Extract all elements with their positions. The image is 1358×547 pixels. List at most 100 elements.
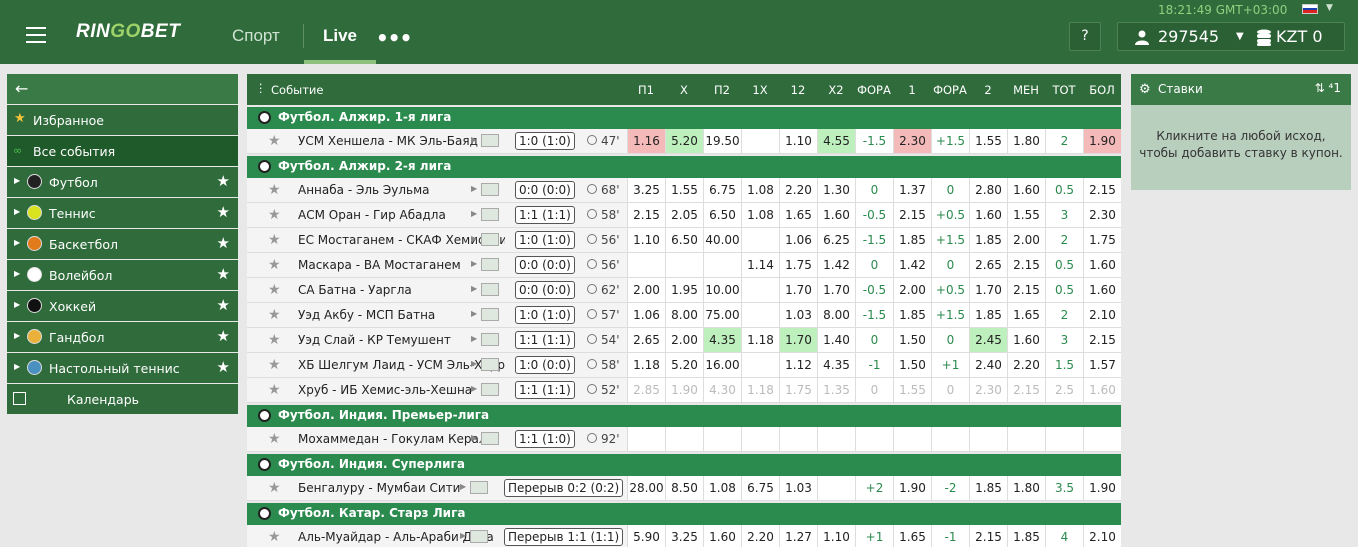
- chevron-down-icon[interactable]: ▼: [1326, 3, 1333, 13]
- odds-cell[interactable]: 1.50: [893, 353, 931, 377]
- league-header[interactable]: Футбол. Алжир. 1-я лига: [247, 107, 1121, 129]
- odds-cell[interactable]: 1.70: [779, 278, 817, 302]
- odds-cell[interactable]: 4.35: [817, 353, 855, 377]
- odds-cell[interactable]: 2.15: [969, 525, 1007, 547]
- odds-cell[interactable]: 1.60: [1083, 253, 1121, 277]
- star-icon[interactable]: ★: [268, 332, 281, 348]
- odds-cell[interactable]: 1.95: [665, 278, 703, 302]
- odds-cell[interactable]: 1.70: [779, 328, 817, 352]
- odds-cell[interactable]: 1.85: [893, 228, 931, 252]
- menu-icon[interactable]: [26, 27, 46, 43]
- odds-cell[interactable]: 1.55: [969, 129, 1007, 153]
- odds-cell[interactable]: 10.00: [703, 278, 741, 302]
- odds-cell[interactable]: [741, 303, 779, 327]
- odds-cell[interactable]: 1.60: [969, 203, 1007, 227]
- chevron-right-icon[interactable]: ▶: [471, 359, 477, 368]
- odds-cell[interactable]: -1.5: [855, 228, 893, 252]
- odds-cell[interactable]: +2: [855, 476, 893, 500]
- odds-cell[interactable]: [665, 427, 703, 451]
- chevron-right-icon[interactable]: ▶: [471, 309, 477, 318]
- odds-cell[interactable]: 6.75: [703, 178, 741, 202]
- drag-handle-icon[interactable]: ⋮: [255, 81, 267, 95]
- star-icon[interactable]: ★: [268, 207, 281, 223]
- odds-cell[interactable]: 1.65: [1007, 303, 1045, 327]
- odds-cell[interactable]: 1.60: [1007, 328, 1045, 352]
- odds-cell[interactable]: 1.55: [893, 378, 931, 402]
- odds-cell[interactable]: 2.05: [665, 203, 703, 227]
- odds-cell[interactable]: 2.20: [779, 178, 817, 202]
- field-icon[interactable]: [470, 481, 488, 494]
- field-icon[interactable]: [481, 183, 499, 196]
- odds-cell[interactable]: 2.00: [1007, 228, 1045, 252]
- odds-cell[interactable]: 1.85: [893, 303, 931, 327]
- chevron-right-icon[interactable]: ▶: [14, 362, 20, 371]
- chevron-right-icon[interactable]: ▶: [471, 135, 477, 144]
- account-button[interactable]: 297545 ▼ KZT 0: [1117, 22, 1345, 51]
- odds-cell[interactable]: -2: [931, 476, 969, 500]
- odds-cell[interactable]: 5.20: [665, 129, 703, 153]
- odds-cell[interactable]: 1.85: [969, 476, 1007, 500]
- sidebar-item-sport[interactable]: ▶ Теннис ★: [7, 198, 238, 229]
- odds-cell[interactable]: +0.5: [931, 203, 969, 227]
- field-icon[interactable]: [481, 333, 499, 346]
- odds-cell[interactable]: 1.60: [1083, 278, 1121, 302]
- odds-cell[interactable]: 1.55: [665, 178, 703, 202]
- odds-cell[interactable]: 1.65: [779, 203, 817, 227]
- star-icon[interactable]: ★: [217, 265, 230, 283]
- odds-cell[interactable]: [703, 253, 741, 277]
- chevron-right-icon[interactable]: ▶: [471, 433, 477, 442]
- odds-cell[interactable]: 1.85: [969, 228, 1007, 252]
- odds-cell[interactable]: [1045, 427, 1083, 451]
- odds-cell[interactable]: 1.75: [779, 253, 817, 277]
- odds-cell[interactable]: 1.85: [1007, 525, 1045, 547]
- field-icon[interactable]: [481, 308, 499, 321]
- odds-cell[interactable]: 2.30: [893, 129, 931, 153]
- odds-cell[interactable]: 6.75: [741, 476, 779, 500]
- odds-cell[interactable]: 0.5: [1045, 178, 1083, 202]
- odds-cell[interactable]: 1.75: [779, 378, 817, 402]
- odds-cell[interactable]: 1.80: [1007, 129, 1045, 153]
- odds-cell[interactable]: 0: [855, 178, 893, 202]
- odds-cell[interactable]: 2.10: [1083, 303, 1121, 327]
- odds-cell[interactable]: 16.00: [703, 353, 741, 377]
- odds-cell[interactable]: 2.30: [1083, 203, 1121, 227]
- chevron-right-icon[interactable]: ▶: [460, 482, 466, 491]
- chevron-right-icon[interactable]: ▶: [14, 331, 20, 340]
- odds-cell[interactable]: 1.57: [1083, 353, 1121, 377]
- odds-cell[interactable]: 2.15: [1007, 378, 1045, 402]
- star-icon[interactable]: ★: [268, 232, 281, 248]
- star-icon[interactable]: ★: [268, 307, 281, 323]
- odds-cell[interactable]: 1.70: [817, 278, 855, 302]
- odds-cell[interactable]: 28.00: [627, 476, 665, 500]
- odds-cell[interactable]: +1: [931, 353, 969, 377]
- odds-cell[interactable]: 2.00: [627, 278, 665, 302]
- odds-cell[interactable]: 2.15: [1083, 328, 1121, 352]
- odds-cell[interactable]: [627, 253, 665, 277]
- field-icon[interactable]: [481, 208, 499, 221]
- odds-cell[interactable]: [741, 129, 779, 153]
- odds-cell[interactable]: [969, 427, 1007, 451]
- odds-cell[interactable]: 5.90: [627, 525, 665, 547]
- odds-cell[interactable]: 3.25: [627, 178, 665, 202]
- odds-cell[interactable]: 8.50: [665, 476, 703, 500]
- odds-cell[interactable]: 0: [931, 253, 969, 277]
- star-icon[interactable]: ★: [268, 529, 281, 545]
- chevron-right-icon[interactable]: ▶: [471, 384, 477, 393]
- odds-cell[interactable]: 4.55: [817, 129, 855, 153]
- star-icon[interactable]: ★: [268, 357, 281, 373]
- sidebar-item-sport[interactable]: ▶ Баскетбол ★: [7, 229, 238, 260]
- nav-sport[interactable]: Спорт: [232, 26, 280, 46]
- odds-cell[interactable]: -1: [931, 525, 969, 547]
- odds-cell[interactable]: [931, 427, 969, 451]
- odds-cell[interactable]: 2.15: [893, 203, 931, 227]
- chevron-right-icon[interactable]: ▶: [14, 207, 20, 216]
- chevron-right-icon[interactable]: ▶: [460, 531, 466, 540]
- odds-cell[interactable]: 1.85: [969, 303, 1007, 327]
- odds-cell[interactable]: 0: [855, 253, 893, 277]
- odds-cell[interactable]: 2.40: [969, 353, 1007, 377]
- odds-cell[interactable]: 1.90: [1083, 129, 1121, 153]
- odds-cell[interactable]: 2.15: [1007, 278, 1045, 302]
- odds-cell[interactable]: [893, 427, 931, 451]
- odds-cell[interactable]: 2.15: [1083, 178, 1121, 202]
- odds-cell[interactable]: [741, 278, 779, 302]
